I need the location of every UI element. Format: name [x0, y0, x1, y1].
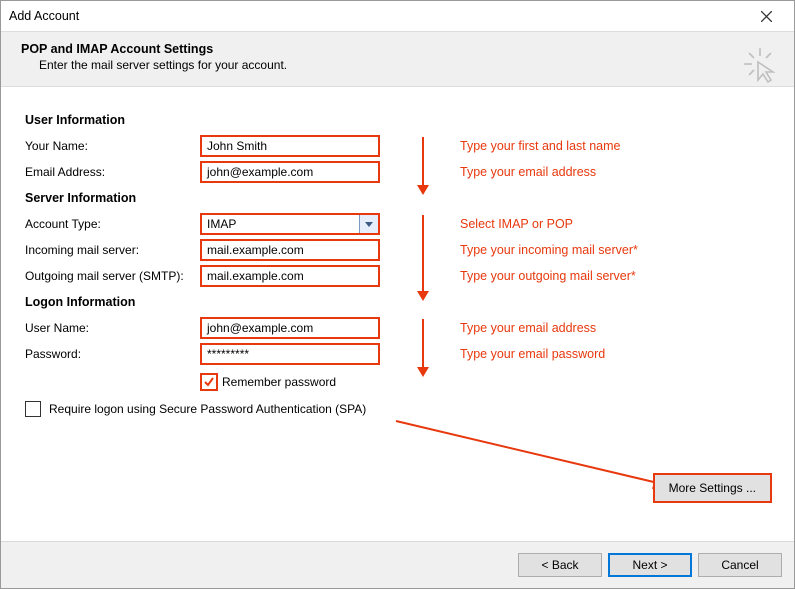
user-name-input[interactable]: john@example.com	[200, 317, 380, 339]
header-subtitle: Enter the mail server settings for your …	[39, 58, 774, 72]
email-address-input[interactable]: john@example.com	[200, 161, 380, 183]
outgoing-server-input[interactable]: mail.example.com	[200, 265, 380, 287]
more-settings-label: More Settings ...	[669, 481, 756, 495]
label-email-address: Email Address:	[25, 165, 200, 179]
annotation-incoming: Type your incoming mail server*	[460, 243, 638, 257]
next-button[interactable]: Next >	[608, 553, 692, 577]
checkmark-icon	[204, 377, 214, 387]
remember-password-row[interactable]: Remember password	[200, 373, 770, 391]
cancel-label: Cancel	[721, 558, 758, 572]
password-input[interactable]: *********	[200, 343, 380, 365]
account-type-value: IMAP	[207, 217, 236, 231]
dropdown-button[interactable]	[359, 215, 378, 233]
arrow-down-icon	[415, 213, 435, 301]
label-your-name: Your Name:	[25, 139, 200, 153]
label-incoming: Incoming mail server:	[25, 243, 200, 257]
annotation-account-type: Select IMAP or POP	[460, 217, 573, 231]
more-settings-button[interactable]: More Settings ...	[653, 473, 772, 503]
cursor-sparkle-icon	[742, 46, 780, 84]
dialog-header: POP and IMAP Account Settings Enter the …	[1, 32, 794, 87]
label-user-name: User Name:	[25, 321, 200, 335]
your-name-value: John Smith	[207, 139, 267, 153]
add-account-window: Add Account POP and IMAP Account Setting…	[0, 0, 795, 589]
require-spa-label: Require logon using Secure Password Auth…	[49, 402, 366, 416]
annotation-email: Type your email address	[460, 165, 596, 179]
account-type-select[interactable]: IMAP	[200, 213, 380, 235]
window-title: Add Account	[9, 9, 79, 23]
close-button[interactable]	[746, 2, 786, 30]
arrow-diagonal-icon	[394, 419, 674, 493]
your-name-input[interactable]: John Smith	[200, 135, 380, 157]
cancel-button[interactable]: Cancel	[698, 553, 782, 577]
annotation-outgoing: Type your outgoing mail server*	[460, 269, 636, 283]
back-button[interactable]: < Back	[518, 553, 602, 577]
section-server-information: Server Information	[25, 191, 770, 205]
close-icon	[761, 11, 772, 22]
label-password: Password:	[25, 347, 200, 361]
outgoing-value: mail.example.com	[207, 269, 304, 283]
user-name-value: john@example.com	[207, 321, 313, 335]
header-title: POP and IMAP Account Settings	[21, 42, 774, 56]
section-logon-information: Logon Information	[25, 295, 770, 309]
next-label: Next >	[632, 558, 667, 572]
label-account-type: Account Type:	[25, 217, 200, 231]
arrow-down-icon	[415, 135, 435, 195]
annotation-your-name: Type your first and last name	[460, 139, 621, 153]
password-value: *********	[207, 347, 249, 361]
dialog-body: User Information Your Name: John Smith T…	[1, 87, 794, 417]
email-address-value: john@example.com	[207, 165, 313, 179]
titlebar: Add Account	[1, 1, 794, 32]
chevron-down-icon	[365, 222, 373, 227]
require-spa-checkbox[interactable]	[25, 401, 41, 417]
annotation-user-name: Type your email address	[460, 321, 596, 335]
back-label: < Back	[541, 558, 578, 572]
incoming-server-input[interactable]: mail.example.com	[200, 239, 380, 261]
section-user-information: User Information	[25, 113, 770, 127]
dialog-footer: < Back Next > Cancel	[1, 541, 794, 588]
label-outgoing: Outgoing mail server (SMTP):	[25, 269, 200, 283]
incoming-value: mail.example.com	[207, 243, 304, 257]
remember-password-checkbox[interactable]	[200, 373, 218, 391]
remember-password-label: Remember password	[222, 375, 336, 389]
require-spa-row[interactable]: Require logon using Secure Password Auth…	[25, 401, 366, 417]
arrow-down-icon	[415, 317, 435, 377]
annotation-password: Type your email password	[460, 347, 605, 361]
